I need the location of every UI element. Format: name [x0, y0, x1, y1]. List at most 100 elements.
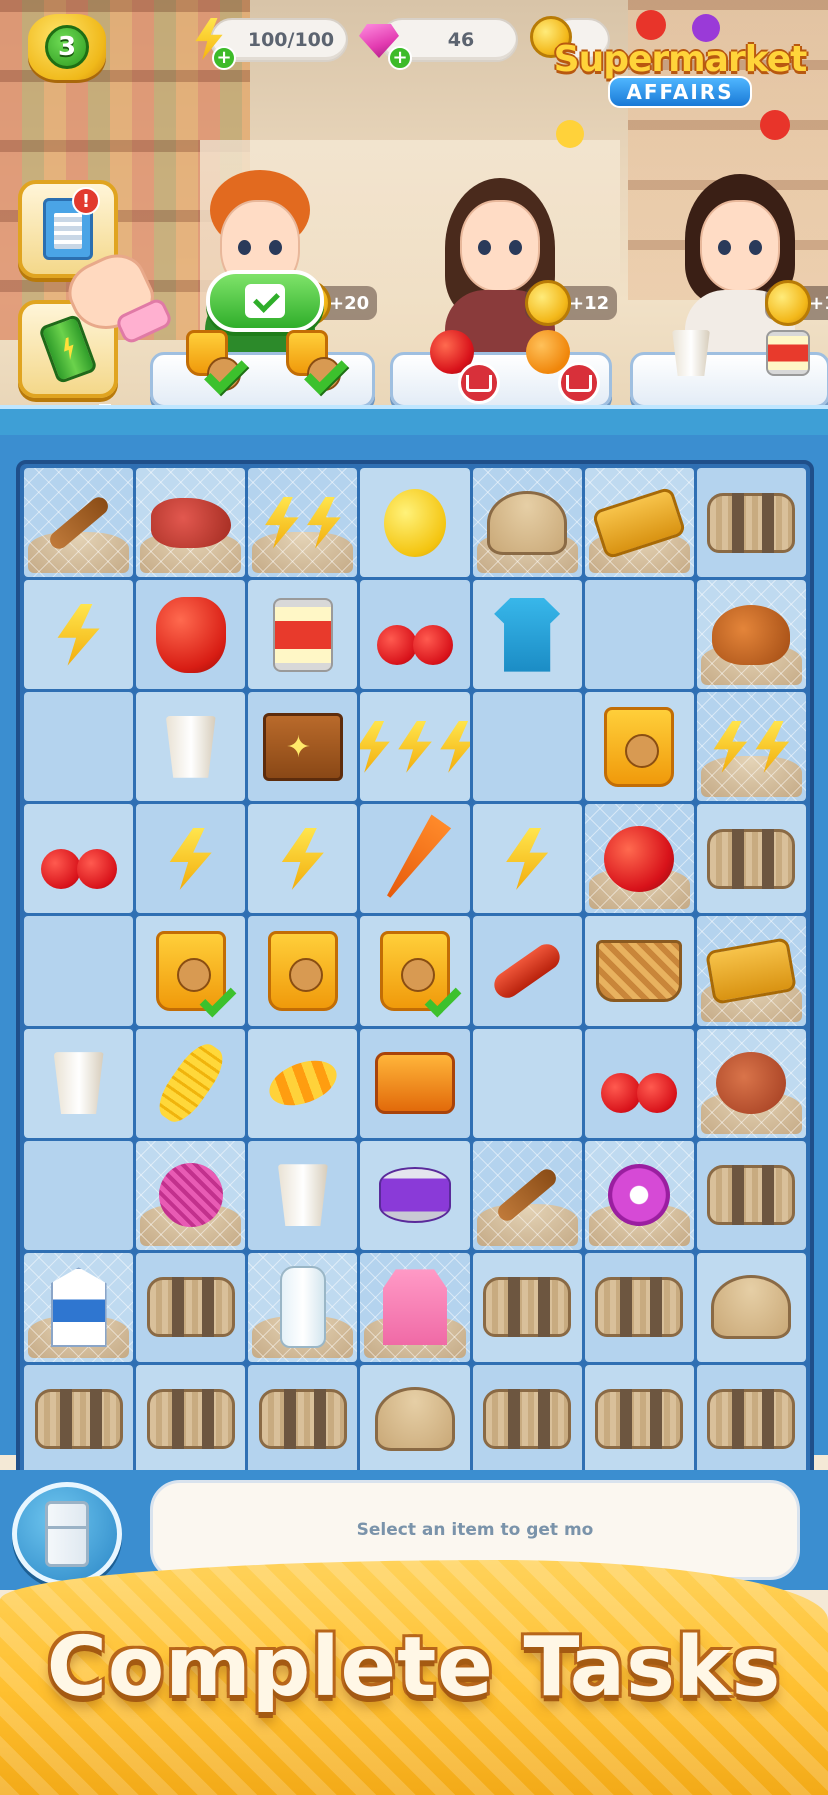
board-cell[interactable] [696, 1252, 806, 1362]
basket-icon [458, 362, 500, 404]
board-cell[interactable] [584, 1028, 694, 1138]
board-cell[interactable] [584, 804, 694, 914]
board-cell[interactable] [24, 804, 134, 914]
board-cell[interactable] [472, 804, 582, 914]
board-cell[interactable] [360, 804, 470, 914]
board-cell[interactable] [248, 692, 358, 802]
board-cell[interactable] [136, 580, 246, 690]
board-cell[interactable] [584, 916, 694, 1026]
vegbasket-icon [596, 939, 683, 1002]
board-cell[interactable] [472, 1364, 582, 1474]
apple-icon [604, 825, 675, 892]
spoon-icon [45, 493, 112, 552]
board-cell[interactable] [136, 1140, 246, 1250]
bolt-icon [169, 827, 212, 890]
sausage-icon [489, 939, 565, 1003]
board-cell[interactable] [360, 580, 470, 690]
board-cell[interactable] [24, 1252, 134, 1362]
board-cell[interactable] [696, 1364, 806, 1474]
board-cell[interactable] [584, 1364, 694, 1474]
board-cell[interactable] [472, 468, 582, 578]
basket-icon [146, 1389, 235, 1450]
deliver-order-button[interactable] [206, 270, 324, 332]
board-cell[interactable] [696, 692, 806, 802]
pot-icon [487, 490, 568, 555]
storage-fridge-button[interactable] [12, 1482, 122, 1586]
energy-value: 100/100 [247, 29, 335, 51]
empty-board-cell[interactable] [472, 692, 582, 802]
board-cell[interactable] [584, 468, 694, 578]
board-cell[interactable] [248, 580, 358, 690]
reward-amount: +1 [809, 292, 828, 314]
yarn-icon [158, 1163, 223, 1228]
board-cell[interactable] [136, 1252, 246, 1362]
board-cell[interactable] [584, 1140, 694, 1250]
board-cell[interactable] [360, 1028, 470, 1138]
customer-face [460, 200, 540, 292]
empty-board-cell[interactable] [472, 1028, 582, 1138]
board-cell[interactable] [24, 1028, 134, 1138]
board-cell[interactable] [360, 468, 470, 578]
board-cell[interactable] [472, 580, 582, 690]
empty-board-cell[interactable] [584, 580, 694, 690]
basket-icon [707, 828, 796, 889]
board-cell[interactable] [696, 1140, 806, 1250]
board-cell[interactable] [696, 1028, 806, 1138]
board-cell[interactable] [24, 1364, 134, 1474]
board-cell[interactable] [248, 1140, 358, 1250]
thread-icon [608, 1164, 671, 1227]
board-cell[interactable] [472, 1140, 582, 1250]
board-cell[interactable] [24, 468, 134, 578]
board-cell[interactable] [248, 1364, 358, 1474]
shirt-icon [494, 597, 561, 672]
board-cell[interactable] [360, 1364, 470, 1474]
board-cell[interactable] [136, 804, 246, 914]
board-cell[interactable] [584, 1252, 694, 1362]
board-cell[interactable] [248, 1028, 358, 1138]
add-energy-button[interactable]: + [212, 46, 236, 70]
board-cell[interactable] [696, 804, 806, 914]
add-gems-button[interactable]: + [388, 46, 412, 70]
bolt-icon [57, 603, 100, 666]
board-cell[interactable] [472, 916, 582, 1026]
pot-icon [711, 1275, 792, 1340]
board-cell[interactable] [472, 1252, 582, 1362]
box-icon [262, 712, 343, 781]
carrot-icon [372, 810, 458, 908]
chicken-icon [712, 604, 791, 665]
board-cell[interactable] [136, 1364, 246, 1474]
board-cell[interactable] [360, 692, 470, 802]
grape-icon [692, 14, 720, 42]
board-cell[interactable] [360, 1140, 470, 1250]
milk-icon [50, 1267, 107, 1348]
corn-icon [150, 1036, 231, 1130]
cup-icon [53, 1052, 104, 1115]
board-cell[interactable] [136, 916, 246, 1026]
empty-board-cell[interactable] [24, 692, 134, 802]
board-cell[interactable] [24, 580, 134, 690]
board-cell[interactable] [248, 1252, 358, 1362]
board-cell[interactable] [360, 916, 470, 1026]
empty-board-cell[interactable] [24, 916, 134, 1026]
cherry-icon [375, 605, 455, 665]
board-cell[interactable] [136, 692, 246, 802]
energy-bolts-icon [710, 720, 792, 773]
empty-board-cell[interactable] [24, 1140, 134, 1250]
board-cell[interactable] [360, 1252, 470, 1362]
reward-amount: +12 [569, 292, 610, 314]
level-badge[interactable]: 3 [22, 12, 112, 82]
board-cell[interactable] [696, 916, 806, 1026]
board-cell[interactable] [248, 468, 358, 578]
board-cell[interactable] [696, 468, 806, 578]
board-cell[interactable] [136, 468, 246, 578]
pot-icon [374, 1387, 455, 1452]
basket-icon [707, 1165, 796, 1226]
board-cell[interactable] [248, 916, 358, 1026]
board-cell[interactable] [584, 692, 694, 802]
board-cell[interactable] [248, 804, 358, 914]
basket-icon [146, 1277, 235, 1338]
board-cell[interactable] [696, 580, 806, 690]
level-number: 3 [45, 25, 89, 69]
knife-icon [591, 485, 687, 560]
board-cell[interactable] [136, 1028, 246, 1138]
